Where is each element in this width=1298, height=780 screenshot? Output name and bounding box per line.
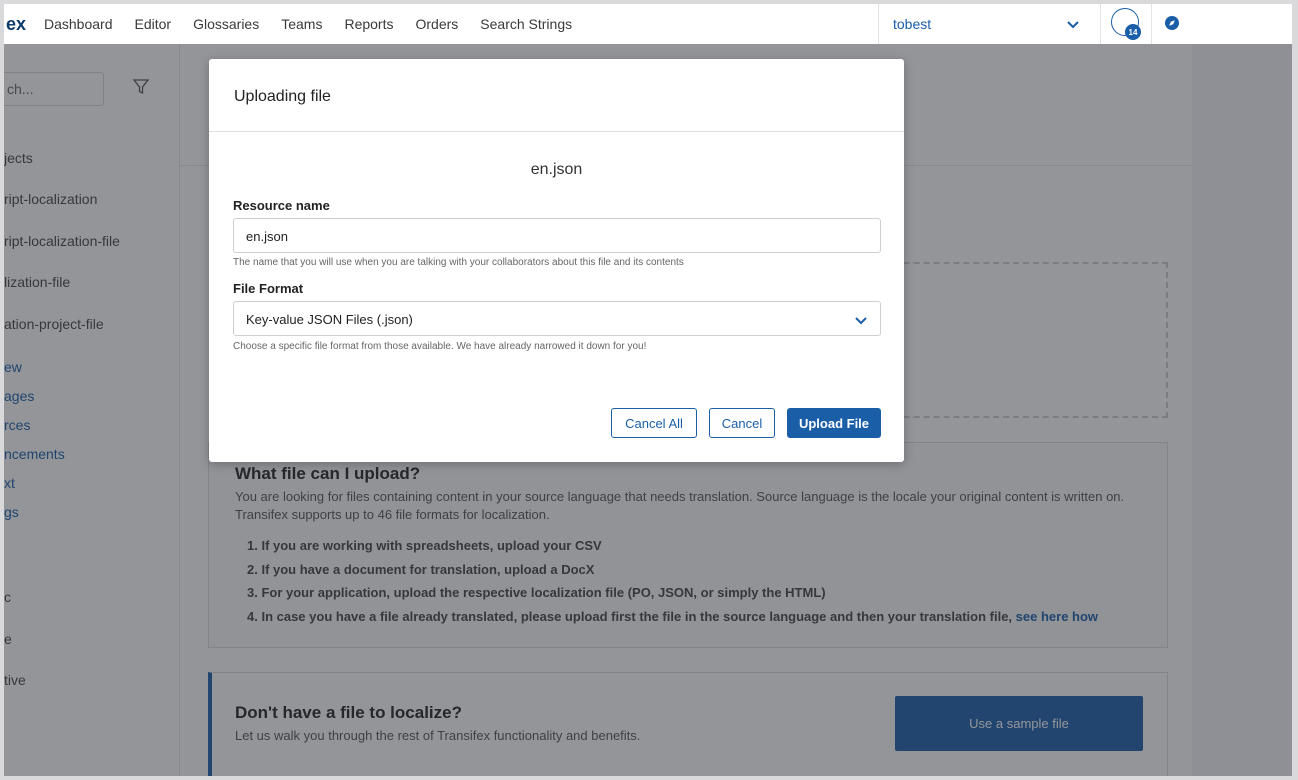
- compass-icon[interactable]: [1164, 15, 1180, 31]
- upload-file-button[interactable]: Upload File: [787, 408, 881, 438]
- chevron-down-icon: [855, 317, 867, 325]
- resource-name-input[interactable]: en.json: [233, 218, 881, 253]
- user-avatar[interactable]: 14: [1100, 4, 1152, 44]
- resource-name-label: Resource name: [233, 198, 330, 213]
- uploaded-file-name: en.json: [530, 161, 583, 178]
- nav-search-strings[interactable]: Search Strings: [480, 16, 572, 32]
- nav-dashboard[interactable]: Dashboard: [44, 16, 113, 32]
- file-format-select[interactable]: Key-value JSON Files (.json): [233, 301, 881, 336]
- notification-badge: 14: [1125, 24, 1141, 40]
- nav-editor[interactable]: Editor: [135, 16, 172, 32]
- file-format-label: File Format: [233, 281, 304, 296]
- upload-file-dialog: Uploading file en.json Resource name en.…: [209, 59, 904, 462]
- app-window: ex Dashboard Editor Glossaries Teams Rep…: [0, 0, 1298, 780]
- cancel-button[interactable]: Cancel: [709, 408, 775, 438]
- nav-glossaries[interactable]: Glossaries: [193, 16, 259, 32]
- nav-orders[interactable]: Orders: [415, 16, 458, 32]
- top-nav: ex Dashboard Editor Glossaries Teams Rep…: [4, 4, 1292, 44]
- file-format-hint: Choose a specific file format from those…: [233, 341, 647, 352]
- cancel-all-button[interactable]: Cancel All: [611, 408, 697, 438]
- organization-select[interactable]: tobest: [878, 4, 1096, 44]
- chevron-down-icon: [1067, 21, 1079, 29]
- file-format-value: Key-value JSON Files (.json): [246, 312, 413, 327]
- nav-reports[interactable]: Reports: [344, 16, 393, 32]
- logo[interactable]: ex: [6, 14, 44, 35]
- nav-teams[interactable]: Teams: [281, 16, 322, 32]
- resource-name-hint: The name that you will use when you are …: [233, 257, 684, 268]
- organization-name: tobest: [893, 16, 932, 32]
- dialog-title: Uploading file: [209, 59, 904, 132]
